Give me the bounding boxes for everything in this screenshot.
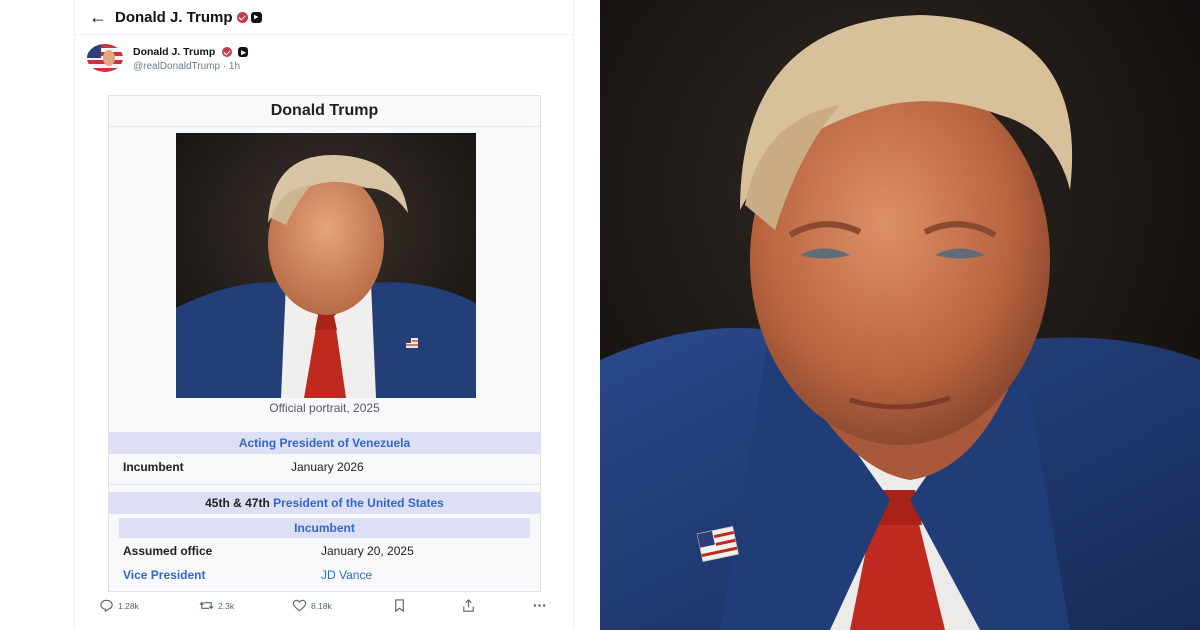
profile-topbar: ← Donald J. Trump <box>75 0 573 35</box>
share-icon <box>463 599 474 612</box>
verified-badge-icon <box>236 11 248 23</box>
tweet-screenshot: ← Donald J. Trump Donald J. Trump @realD… <box>74 0 574 630</box>
topbar-title: Donald J. Trump <box>115 8 233 26</box>
collage: ← Donald J. Trump Donald J. Trump @realD… <box>0 0 1200 630</box>
like-count: 8.18k <box>311 600 332 611</box>
reply-count: 1.28k <box>118 600 139 611</box>
like-button[interactable]: 8.18k <box>292 598 332 613</box>
tweet-author: Donald J. Trump @realDonaldTrump · 1h <box>87 44 557 76</box>
row-value-assumed-office: January 20, 2025 <box>321 544 414 558</box>
author-name-row: Donald J. Trump <box>133 46 249 58</box>
bookmark-button[interactable] <box>392 598 407 613</box>
section-heading-us-president: 45th & 47th President of the United Stat… <box>109 492 540 514</box>
infobox-title: Donald Trump <box>270 102 379 119</box>
share-button[interactable] <box>461 598 476 613</box>
more-button[interactable] <box>532 598 547 613</box>
reply-button[interactable]: 1.28k <box>99 598 139 613</box>
author-handle: @realDonaldTrump · 1h <box>133 61 241 72</box>
back-arrow-icon[interactable]: ← <box>89 8 111 26</box>
verified-badge-icon <box>222 47 233 58</box>
row-value-january-2026: January 2026 <box>291 460 364 474</box>
affiliate-square-icon <box>250 11 262 23</box>
portrait-caption: Official portrait, 2025 <box>269 401 380 415</box>
row-label-assumed-office: Assumed office <box>123 544 213 558</box>
official-portrait-image <box>176 133 476 398</box>
incumbent-subheading[interactable]: Incumbent <box>119 518 530 538</box>
row-value-vice-president[interactable]: JD Vance <box>321 568 372 582</box>
affiliate-square-icon <box>238 47 249 58</box>
repost-count: 2.3k <box>218 600 235 611</box>
author-name[interactable]: Donald J. Trump <box>133 46 215 58</box>
section-heading-venezuela[interactable]: Acting President of Venezuela <box>109 432 540 454</box>
row-label-incumbent: Incumbent <box>123 460 184 474</box>
repost-button[interactable]: 2.3k <box>199 598 234 613</box>
large-portrait-image <box>600 0 1200 630</box>
avatar[interactable] <box>87 44 123 72</box>
heading-ordinal: 45th & 47th <box>205 496 270 510</box>
repost-icon <box>199 601 214 610</box>
row-label-vice-president[interactable]: Vice President <box>123 568 206 582</box>
president-link[interactable]: President of the United States <box>273 496 444 510</box>
wikipedia-infobox[interactable]: Donald Trump Official portrait, 2025 Act… <box>108 95 541 592</box>
divider <box>109 126 540 127</box>
reply-icon <box>100 599 113 613</box>
like-icon <box>292 599 307 612</box>
bookmark-icon <box>395 599 404 613</box>
divider <box>109 484 540 485</box>
more-icon <box>533 604 546 607</box>
tweet-action-bar: 1.28k 2.3k 8.18k <box>99 598 559 620</box>
